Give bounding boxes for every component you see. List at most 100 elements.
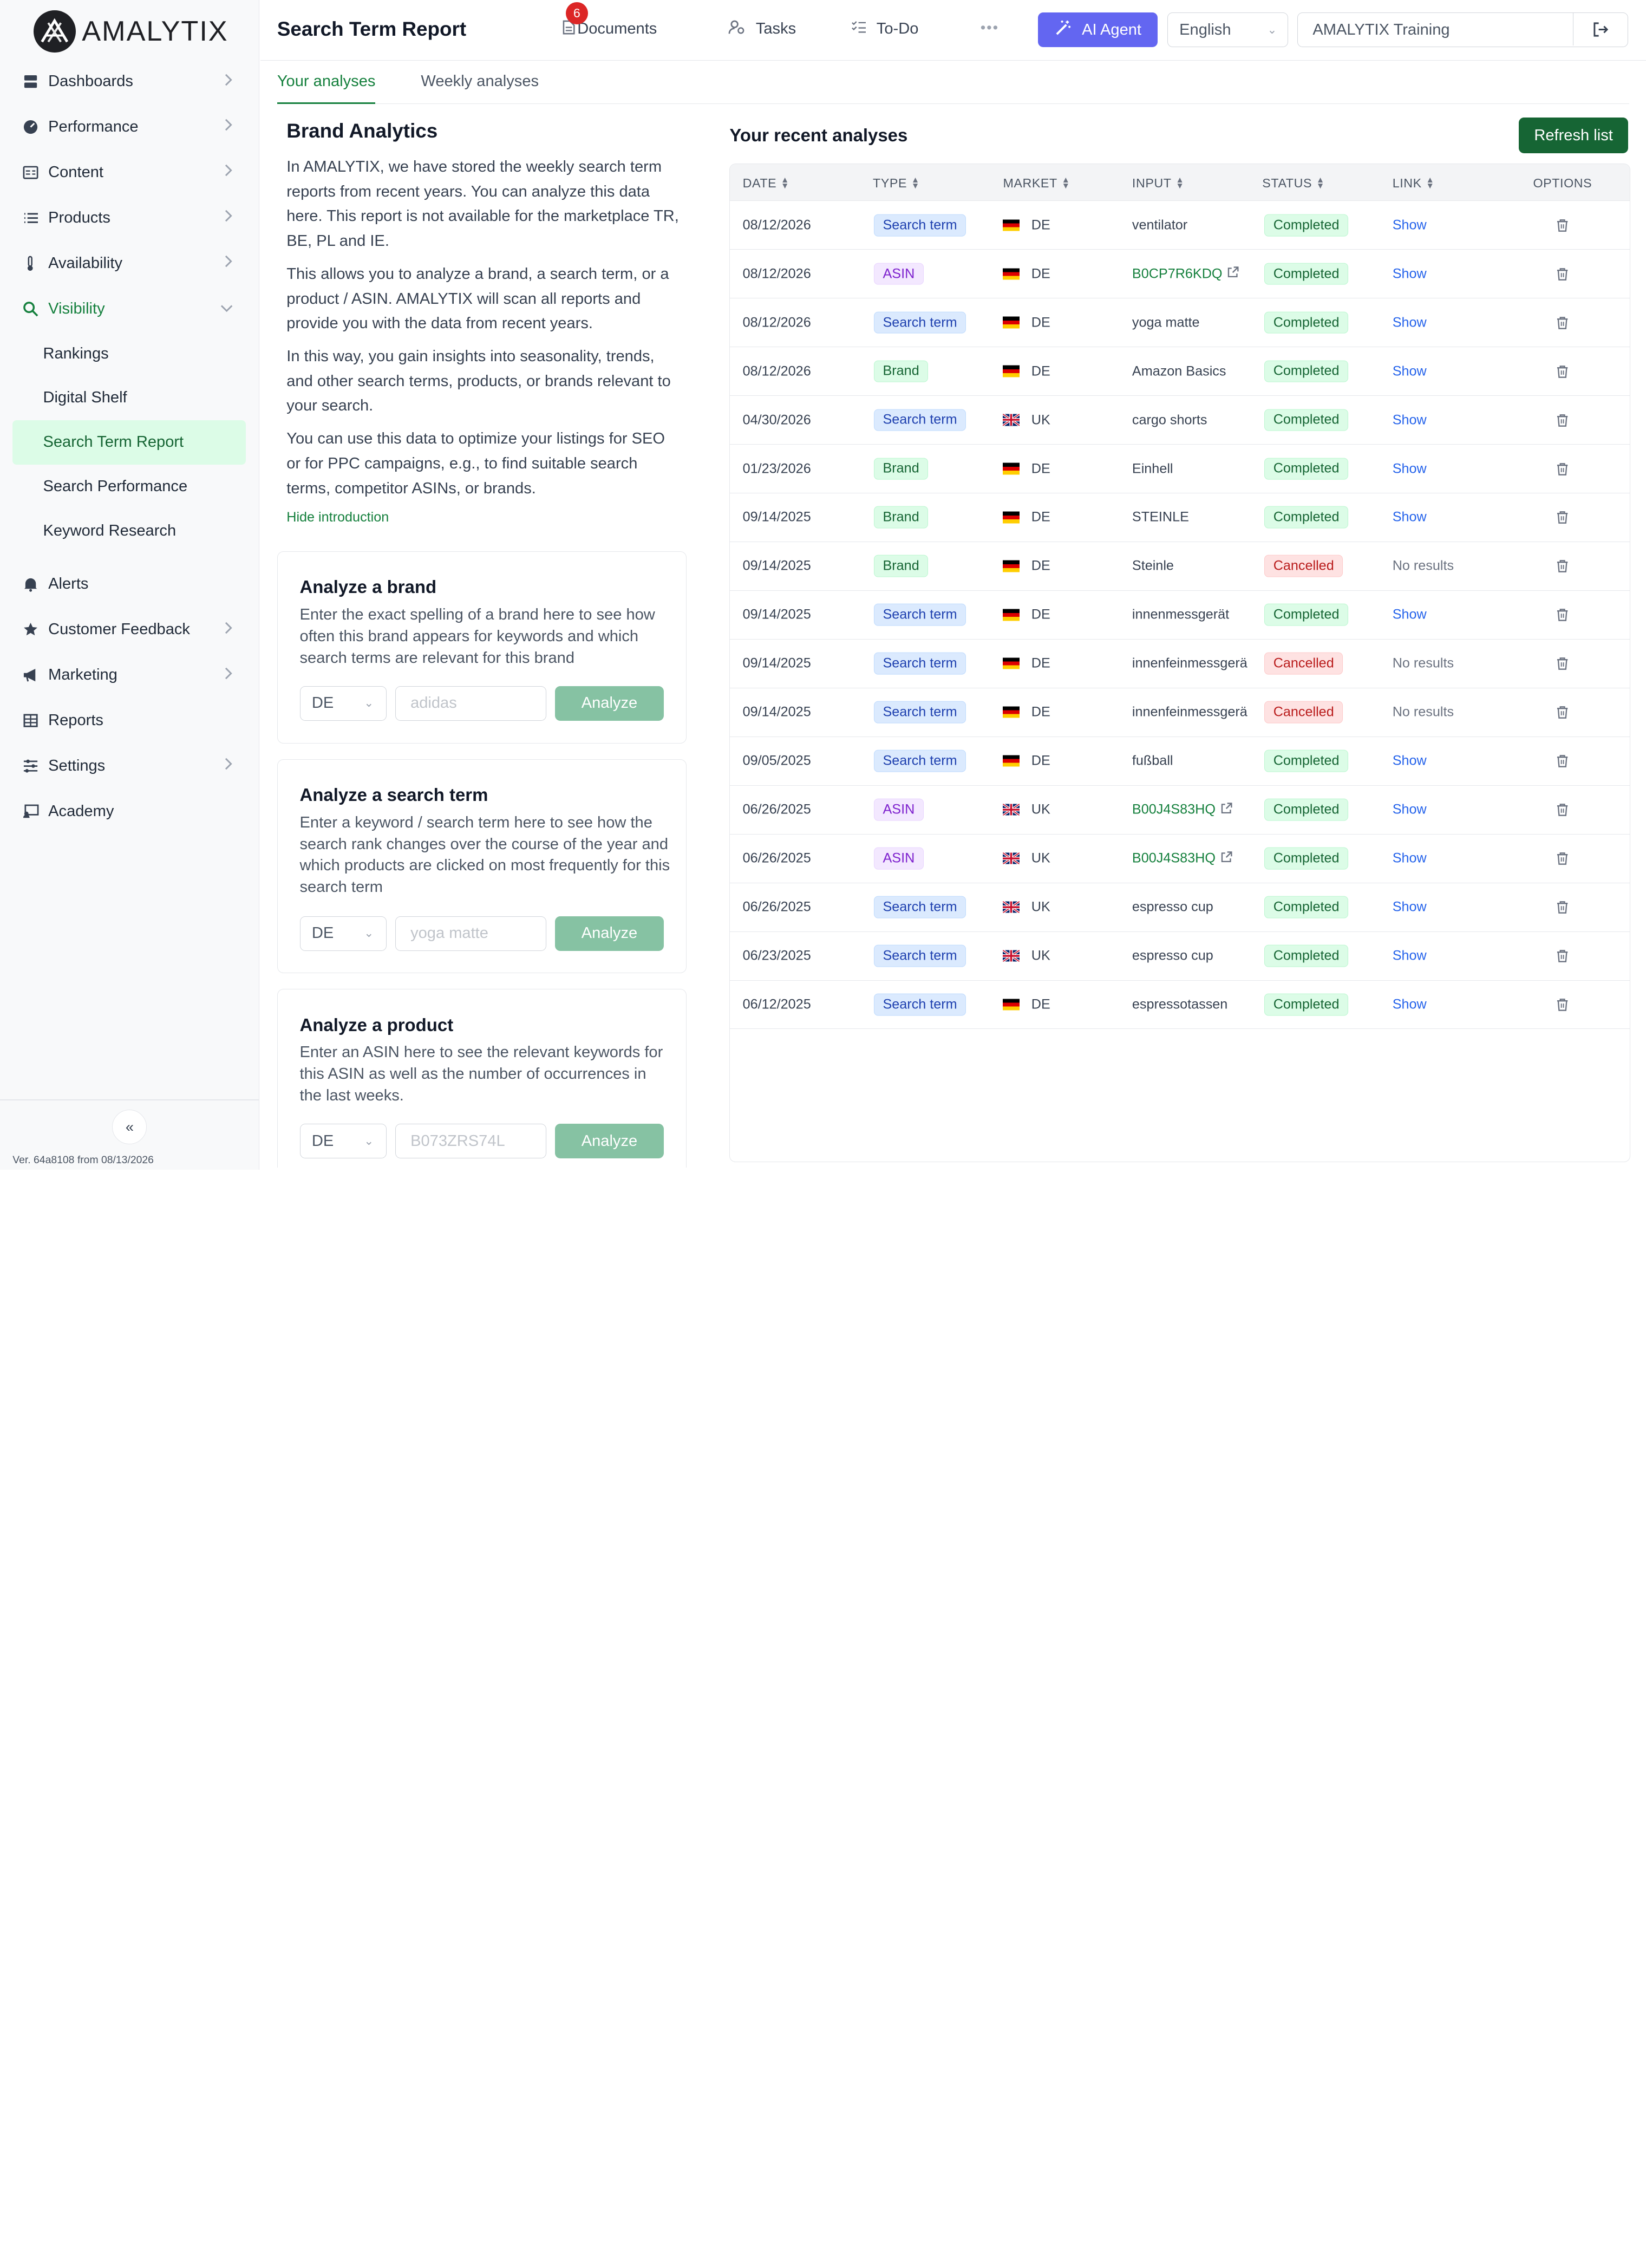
trash-icon xyxy=(1557,268,1568,281)
input-cell: Steinle xyxy=(1132,558,1174,574)
show-link[interactable]: Show xyxy=(1393,412,1427,428)
documents-link[interactable]: 6 Documents xyxy=(563,2,657,38)
sidebar-item-availability[interactable]: Availability xyxy=(12,240,245,286)
delete-button[interactable] xyxy=(1556,316,1569,329)
tasks-link[interactable]: Tasks xyxy=(728,20,796,38)
sidebar-item-alerts[interactable]: Alerts xyxy=(12,562,245,607)
collapse-sidebar-button[interactable]: « xyxy=(112,1110,147,1145)
show-link[interactable]: Show xyxy=(1393,510,1427,525)
delete-button[interactable] xyxy=(1556,218,1569,232)
sidebar-item-content[interactable]: Content xyxy=(12,149,245,195)
sidebar-item-reports[interactable]: Reports xyxy=(12,698,245,744)
tab-weekly-analyses[interactable]: Weekly analyses xyxy=(421,73,539,104)
sidebar-item-products[interactable]: Products xyxy=(12,195,245,240)
germany-flag-icon xyxy=(1003,365,1020,377)
delete-button[interactable] xyxy=(1556,462,1569,475)
delete-button[interactable] xyxy=(1556,949,1569,962)
table-row: 08/12/2026 ASIN DE B0CP7R6KDQ Completed Show xyxy=(730,250,1630,299)
sidebar-item-visibility[interactable]: Visibility xyxy=(12,286,245,331)
input-cell: espresso cup xyxy=(1132,948,1213,964)
sidebar-subitem-digital-shelf[interactable]: Digital Shelf xyxy=(12,376,245,420)
analyze-brand-button[interactable]: Analyze xyxy=(554,686,664,721)
show-link[interactable]: Show xyxy=(1393,851,1427,866)
sidebar-subitem-keyword-research[interactable]: Keyword Research xyxy=(12,509,245,553)
column-header-date[interactable]: DATE ▲ ▼ xyxy=(743,175,789,191)
type-badge: Brand xyxy=(873,458,929,480)
market-code: DE xyxy=(1031,315,1050,330)
type-cell: Search term xyxy=(873,896,966,918)
input-cell: fußball xyxy=(1132,753,1173,769)
delete-button[interactable] xyxy=(1556,706,1569,719)
analyze-product-button[interactable]: Analyze xyxy=(554,1124,664,1159)
table-row: 01/23/2026 Brand DE Einhell Completed Show xyxy=(730,445,1630,493)
show-link[interactable]: Show xyxy=(1393,266,1427,282)
search-term-input[interactable] xyxy=(395,916,547,951)
external-link-icon[interactable] xyxy=(1221,851,1232,866)
delete-button[interactable] xyxy=(1556,559,1569,573)
asin-link[interactable]: B0CP7R6KDQ xyxy=(1132,266,1223,282)
delete-button[interactable] xyxy=(1556,413,1569,427)
sidebar-item-academy[interactable]: Academy xyxy=(12,788,245,834)
delete-button[interactable] xyxy=(1556,608,1569,622)
show-link[interactable]: Show xyxy=(1393,948,1427,964)
show-link[interactable]: Show xyxy=(1393,217,1427,233)
analyze-search-term-button[interactable]: Analyze xyxy=(554,916,664,951)
sidebar-subitem-search-performance[interactable]: Search Performance xyxy=(12,465,245,509)
account-field[interactable]: AMALYTIX Training xyxy=(1297,12,1628,48)
show-link[interactable]: Show xyxy=(1393,461,1427,477)
show-link[interactable]: Show xyxy=(1393,753,1427,769)
column-header-input[interactable]: INPUT ▲ ▼ xyxy=(1132,175,1184,191)
sidebar-item-customer-feedback[interactable]: Customer Feedback xyxy=(12,607,245,653)
language-select[interactable]: English ⌄ xyxy=(1167,12,1288,48)
sidebar-item-marketing[interactable]: Marketing xyxy=(12,653,245,698)
delete-button[interactable] xyxy=(1556,364,1569,378)
market-cell: UK xyxy=(1003,851,1050,866)
delete-button[interactable] xyxy=(1556,511,1569,524)
show-link[interactable]: Show xyxy=(1393,363,1427,379)
link-cell: Show xyxy=(1393,412,1427,428)
account-name: AMALYTIX Training xyxy=(1312,21,1450,38)
todo-link[interactable]: To-Do xyxy=(851,20,918,38)
external-link-icon[interactable] xyxy=(1227,266,1239,282)
brand-input[interactable] xyxy=(395,686,547,721)
show-link[interactable]: Show xyxy=(1393,802,1427,818)
refresh-list-button[interactable]: Refresh list xyxy=(1519,118,1628,154)
asin-link[interactable]: B00J4S83HQ xyxy=(1132,802,1216,818)
sidebar-item-performance[interactable]: Performance xyxy=(12,105,245,150)
market-select[interactable]: DE ⌄ xyxy=(299,686,387,721)
type-badge: Search term xyxy=(873,944,966,967)
delete-button[interactable] xyxy=(1556,900,1569,914)
show-link[interactable]: Show xyxy=(1393,607,1427,623)
show-link[interactable]: Show xyxy=(1393,996,1427,1012)
show-link[interactable]: Show xyxy=(1393,900,1427,915)
market-select[interactable]: DE ⌄ xyxy=(299,916,387,951)
tab-your-analyses[interactable]: Your analyses xyxy=(277,73,376,104)
asin-input[interactable] xyxy=(395,1124,547,1159)
sidebar-subitem-rankings[interactable]: Rankings xyxy=(12,331,245,376)
more-dots-icon[interactable]: ••• xyxy=(981,19,999,36)
sidebar-item-settings[interactable]: Settings xyxy=(12,744,245,789)
external-link-icon[interactable] xyxy=(1221,802,1232,818)
column-header-type[interactable]: TYPE ▲ ▼ xyxy=(873,175,920,191)
logo[interactable]: AMALYTIX xyxy=(34,10,228,53)
intro-title: Brand Analytics xyxy=(286,120,438,142)
column-header-status[interactable]: STATUS ▲ ▼ xyxy=(1262,175,1324,191)
delete-button[interactable] xyxy=(1556,267,1569,281)
sidebar-subitem-search-term-report[interactable]: Search Term Report xyxy=(12,420,246,465)
ai-agent-button[interactable]: AI Agent xyxy=(1038,12,1158,48)
column-header-link[interactable]: LINK ▲ ▼ xyxy=(1393,175,1435,191)
delete-button[interactable] xyxy=(1556,754,1569,768)
sidebar-item-dashboards[interactable]: Dashboards xyxy=(12,59,245,105)
hide-introduction-link[interactable]: Hide introduction xyxy=(286,510,680,525)
delete-button[interactable] xyxy=(1556,852,1569,865)
delete-button[interactable] xyxy=(1556,803,1569,817)
delete-button[interactable] xyxy=(1556,998,1569,1011)
show-link[interactable]: Show xyxy=(1393,315,1427,330)
logout-button[interactable] xyxy=(1573,13,1628,46)
market-select[interactable]: DE ⌄ xyxy=(299,1124,387,1159)
type-cell: Brand xyxy=(873,360,929,382)
column-header-market[interactable]: MARKET ▲ ▼ xyxy=(1003,175,1070,191)
delete-button[interactable] xyxy=(1556,657,1569,670)
status-cell: Completed xyxy=(1264,360,1348,382)
asin-link[interactable]: B00J4S83HQ xyxy=(1132,851,1216,866)
